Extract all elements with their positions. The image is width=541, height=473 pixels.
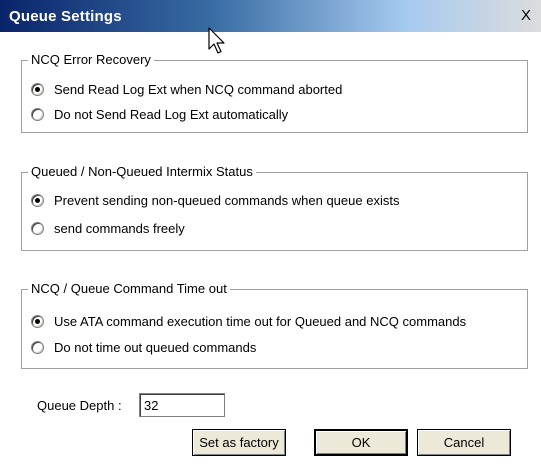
radio-button-checked-icon[interactable] — [31, 314, 44, 328]
radio-label: Use ATA command execution time out for Q… — [54, 313, 467, 329]
radio-label: Send Read Log Ext when NCQ command abort… — [54, 81, 343, 97]
radio-button-unchecked-icon[interactable] — [31, 221, 44, 235]
radio-label: Do not Send Read Log Ext automatically — [54, 106, 289, 122]
radio-button-unchecked-icon[interactable] — [31, 107, 44, 121]
radio-prevent-non-queued[interactable]: Prevent sending non-queued commands when… — [31, 191, 399, 209]
group-label-ncq-error-recovery: NCQ Error Recovery — [28, 52, 154, 67]
radio-do-not-send-read-log-ext[interactable]: Do not Send Read Log Ext automatically — [31, 105, 288, 123]
queue-depth-input[interactable] — [139, 393, 225, 417]
radio-button-unchecked-icon[interactable] — [31, 340, 44, 354]
set-as-factory-button[interactable]: Set as factory — [192, 429, 286, 456]
radio-use-ata-timeout[interactable]: Use ATA command execution time out for Q… — [31, 312, 466, 330]
group-label-command-timeout: NCQ / Queue Command Time out — [28, 281, 230, 296]
radio-send-commands-freely[interactable]: send commands freely — [31, 219, 185, 237]
radio-label: Prevent sending non-queued commands when… — [54, 192, 400, 208]
title-bar[interactable]: Queue Settings X — [0, 0, 541, 32]
close-button[interactable]: X — [517, 7, 535, 25]
dialog-title: Queue Settings — [9, 8, 122, 25]
ok-button[interactable]: OK — [314, 429, 408, 456]
cancel-button[interactable]: Cancel — [417, 429, 511, 456]
radio-label: Do not time out queued commands — [54, 339, 257, 355]
radio-do-not-time-out[interactable]: Do not time out queued commands — [31, 338, 256, 356]
radio-send-read-log-ext[interactable]: Send Read Log Ext when NCQ command abort… — [31, 80, 342, 98]
radio-button-checked-icon[interactable] — [31, 82, 44, 96]
group-label-intermix-status: Queued / Non-Queued Intermix Status — [28, 164, 256, 179]
mouse-pointer-icon — [208, 27, 225, 54]
dialog-body: NCQ Error Recovery Send Read Log Ext whe… — [0, 32, 541, 473]
queue-settings-dialog: Queue Settings X NCQ Error Recovery Send… — [0, 0, 541, 473]
queue-depth-label: Queue Depth : — [37, 398, 122, 413]
radio-label: send commands freely — [54, 220, 185, 236]
radio-button-checked-icon[interactable] — [31, 193, 44, 207]
group-intermix-status: Queued / Non-Queued Intermix Status — [21, 164, 528, 251]
